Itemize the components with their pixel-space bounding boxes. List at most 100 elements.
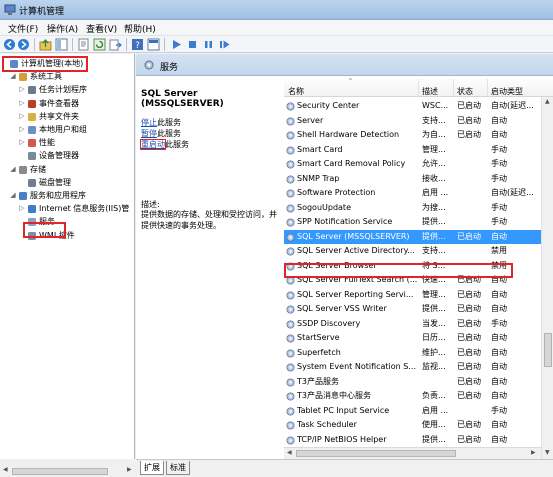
start-service-icon[interactable]: [170, 38, 183, 51]
service-gear-icon: [286, 392, 295, 401]
service-row[interactable]: Tablet PC Input Service 启用 ... 手动: [284, 404, 541, 418]
expand-toggle-icon[interactable]: ▷: [18, 97, 26, 110]
service-description: 允许...: [422, 159, 446, 168]
restart-suffix: 此服务: [165, 140, 189, 149]
tree-item-label: Internet 信息服务(IIS)管: [39, 204, 130, 214]
menu-view[interactable]: 查看(V): [84, 22, 119, 35]
expand-toggle-icon[interactable]: ▷: [18, 123, 26, 136]
expand-toggle-icon[interactable]: ▷: [18, 83, 26, 96]
properties-icon[interactable]: [77, 38, 90, 51]
service-startup-type: 自动: [491, 231, 507, 241]
service-row[interactable]: T3产品消息中心服务 负责... 已启动 自动: [284, 389, 541, 403]
pause-service-icon[interactable]: [202, 38, 215, 51]
service-row[interactable]: SNMP Trap 接收... 手动: [284, 172, 541, 186]
expand-toggle-icon[interactable]: ◢: [9, 189, 17, 202]
service-row[interactable]: Smart Card 管理... 手动: [284, 143, 541, 157]
storage-icon: [19, 165, 27, 174]
stop-suffix: 此服务: [157, 118, 181, 127]
column-startup-type[interactable]: 启动类型: [491, 86, 523, 97]
service-status: 已启动: [457, 101, 481, 110]
service-row[interactable]: Security Center WSC... 已启动 自动(延迟...: [284, 99, 541, 113]
tree-item-label: 磁盘管理: [39, 177, 71, 187]
menu-action[interactable]: 操作(A): [45, 22, 80, 35]
shared-folder-icon: [28, 112, 36, 121]
service-startup-type: 自动: [491, 333, 507, 342]
services-horizontal-scrollbar[interactable]: ◀ ▶: [284, 447, 541, 459]
stop-service-icon[interactable]: [186, 38, 199, 51]
service-gear-icon: [286, 131, 295, 140]
service-row[interactable]: Server 支持... 已启动 自动: [284, 114, 541, 128]
menu-help[interactable]: 帮助(H): [122, 22, 158, 35]
console-view-icon[interactable]: [147, 38, 160, 51]
service-name: SQL Server Reporting Servi...: [297, 289, 414, 299]
expand-toggle-icon[interactable]: ◢: [9, 163, 17, 176]
tree-horizontal-scrollbar[interactable]: ◀ ▶: [0, 466, 136, 477]
service-name: SogouUpdate: [297, 202, 351, 212]
expand-toggle-icon[interactable]: ▷: [18, 110, 26, 123]
scrollbar-thumb[interactable]: [544, 333, 552, 367]
service-row[interactable]: SSDP Discovery 当发... 已启动 手动: [284, 317, 541, 331]
stop-link[interactable]: 停止: [141, 118, 157, 127]
device-manager-icon: [28, 152, 36, 161]
tab-extended[interactable]: 扩展: [140, 461, 164, 475]
service-description: 日历...: [422, 333, 446, 342]
services-gear-icon: [144, 60, 154, 70]
service-row[interactable]: SQL Server Active Directory... 支持... 禁用: [284, 244, 541, 258]
service-name: Smart Card: [297, 144, 343, 154]
selected-service-title: SQL Server (MSSQLSERVER): [141, 89, 224, 109]
service-row[interactable]: System Event Notification S... 监视... 已启动 自动: [284, 360, 541, 374]
service-row[interactable]: Smart Card Removal Policy 允许... 手动: [284, 157, 541, 171]
service-description: 维护...: [422, 347, 446, 357]
service-gear-icon: [286, 247, 295, 256]
restart-link[interactable]: 重启动: [140, 139, 166, 150]
service-row[interactable]: T3产品服务 已启动 自动: [284, 375, 541, 389]
column-description[interactable]: 描述: [422, 86, 438, 97]
column-status[interactable]: 状态: [457, 86, 473, 97]
expand-toggle-icon[interactable]: ▷: [18, 136, 26, 149]
service-description: 使用...: [422, 420, 446, 429]
service-row[interactable]: SQL Server VSS Writer 提供... 已启动 自动: [284, 302, 541, 316]
service-row[interactable]: Task Scheduler 使用... 已启动 自动: [284, 418, 541, 432]
expand-toggle-icon[interactable]: ▷: [18, 202, 26, 215]
service-description: 负责...: [422, 391, 446, 400]
service-row[interactable]: Shell Hardware Detection 为自... 已启动 自动: [284, 128, 541, 142]
column-name[interactable]: 名称: [288, 86, 304, 97]
service-gear-icon: [286, 334, 295, 343]
service-status: 已启动: [457, 318, 481, 328]
menu-file[interactable]: 文件(F): [6, 22, 40, 35]
up-folder-icon[interactable]: [39, 38, 52, 51]
title-bar: 计算机管理: [0, 0, 553, 20]
help-icon[interactable]: ?: [131, 38, 144, 51]
tab-standard[interactable]: 标准: [166, 461, 190, 475]
service-startup-type: 手动: [491, 144, 507, 154]
back-arrow-icon[interactable]: [3, 38, 16, 51]
service-row[interactable]: SogouUpdate 为搜... 手动: [284, 201, 541, 215]
service-status: 已启动: [457, 362, 481, 371]
services-pane: 服务 SQL Server (MSSQLSERVER) 停止此服务 暂停此服务 …: [136, 54, 553, 459]
service-description: 提供...: [422, 231, 446, 241]
forward-arrow-icon[interactable]: [17, 38, 30, 51]
refresh-icon[interactable]: [93, 38, 106, 51]
pause-link[interactable]: 暂停: [141, 129, 157, 138]
service-row[interactable]: SQL Server Reporting Servi... 管理... 已启动 自动: [284, 288, 541, 302]
service-row[interactable]: StartServe 日历... 已启动 自动: [284, 331, 541, 345]
computer-management-icon: [4, 4, 16, 15]
service-row[interactable]: TCP/IP NetBIOS Helper 提供... 已启动 自动: [284, 433, 541, 447]
expand-toggle-icon[interactable]: ◢: [9, 70, 17, 83]
service-gear-icon: [286, 378, 295, 386]
export-list-icon[interactable]: [109, 38, 122, 51]
service-gear-icon: [286, 117, 295, 125]
service-gear-icon: [286, 436, 295, 444]
show-hide-tree-icon[interactable]: [55, 38, 68, 51]
restart-service-icon[interactable]: [218, 38, 231, 51]
service-row[interactable]: SQL Server (MSSQLSERVER) 提供... 已启动 自动: [284, 229, 541, 244]
service-row[interactable]: Software Protection 启用 ... 自动(延迟...: [284, 186, 541, 200]
service-row[interactable]: Superfetch 维护... 已启动 自动: [284, 346, 541, 360]
service-gear-icon: [286, 160, 295, 169]
service-row[interactable]: SPP Notification Service 提供... 手动: [284, 215, 541, 229]
service-name: SNMP Trap: [297, 173, 340, 183]
service-status: 已启动: [457, 391, 481, 400]
pause-suffix: 此服务: [157, 129, 181, 138]
services-vertical-scrollbar[interactable]: ▲ ▼: [541, 97, 553, 459]
service-status: 已启动: [457, 420, 481, 429]
